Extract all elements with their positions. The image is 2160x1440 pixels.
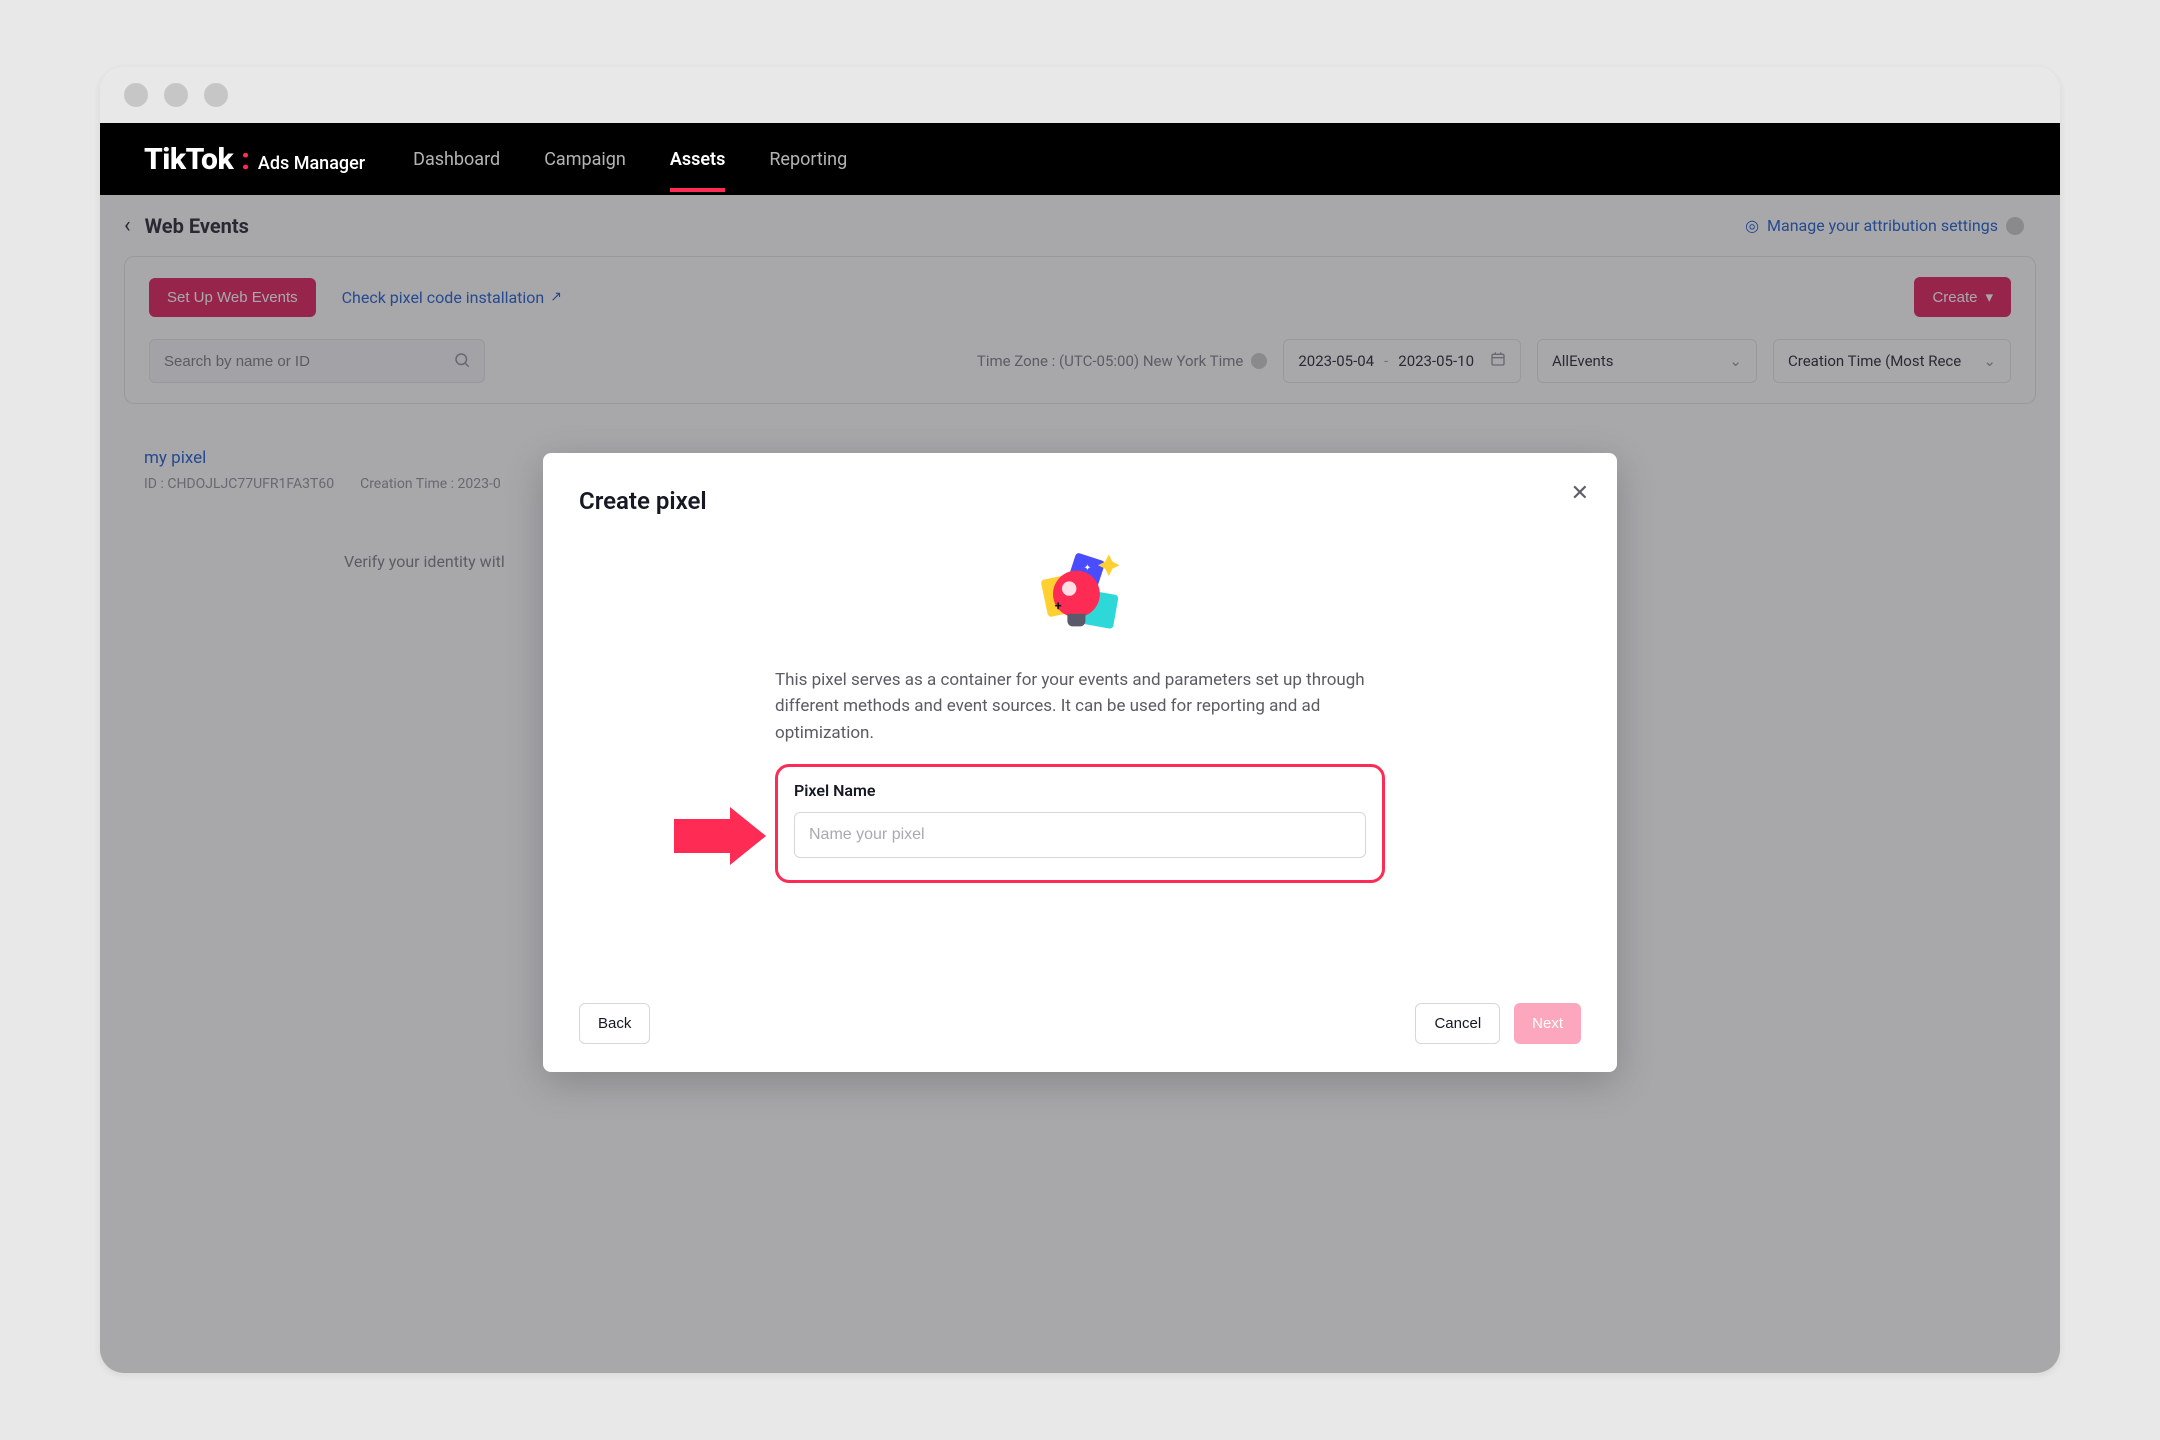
cancel-button[interactable]: Cancel [1415, 1003, 1500, 1044]
window-dot [164, 83, 188, 107]
pixel-name-input[interactable] [794, 812, 1366, 858]
modal-description: This pixel serves as a container for you… [775, 667, 1385, 746]
lightbulb-illustration-icon: + ✦ [579, 549, 1581, 639]
modal-footer: Back Cancel Next [579, 1003, 1581, 1044]
browser-frame: TikTok: Ads Manager Dashboard Campaign A… [100, 67, 2060, 1373]
nav-items: Dashboard Campaign Assets Reporting [413, 149, 847, 170]
create-pixel-modal: Create pixel ✕ + ✦ This pixel serves as … [543, 453, 1617, 1072]
pixel-name-highlight: Pixel Name [775, 764, 1385, 883]
next-button[interactable]: Next [1514, 1003, 1581, 1044]
close-icon[interactable]: ✕ [1571, 481, 1589, 506]
brand-logo: TikTok [144, 142, 233, 177]
footer-right: Cancel Next [1415, 1003, 1581, 1044]
nav-campaign[interactable]: Campaign [544, 149, 626, 170]
app-area: TikTok: Ads Manager Dashboard Campaign A… [100, 123, 2060, 1373]
nav-reporting[interactable]: Reporting [769, 149, 847, 170]
brand-colon-icon: : [241, 142, 250, 177]
brand: TikTok: Ads Manager [144, 142, 365, 177]
window-dot [124, 83, 148, 107]
nav-assets[interactable]: Assets [670, 149, 726, 170]
back-button[interactable]: Back [579, 1003, 650, 1044]
window-dot [204, 83, 228, 107]
browser-titlebar [100, 67, 2060, 123]
pixel-name-label: Pixel Name [794, 781, 1366, 800]
top-nav: TikTok: Ads Manager Dashboard Campaign A… [100, 123, 2060, 195]
svg-text:+: + [1055, 599, 1062, 614]
callout-arrow-icon [674, 807, 766, 869]
nav-dashboard[interactable]: Dashboard [413, 149, 500, 170]
modal-body: This pixel serves as a container for you… [775, 667, 1385, 883]
brand-subtitle: Ads Manager [258, 153, 365, 174]
svg-text:✦: ✦ [1084, 564, 1092, 574]
modal-title: Create pixel [579, 487, 1581, 515]
